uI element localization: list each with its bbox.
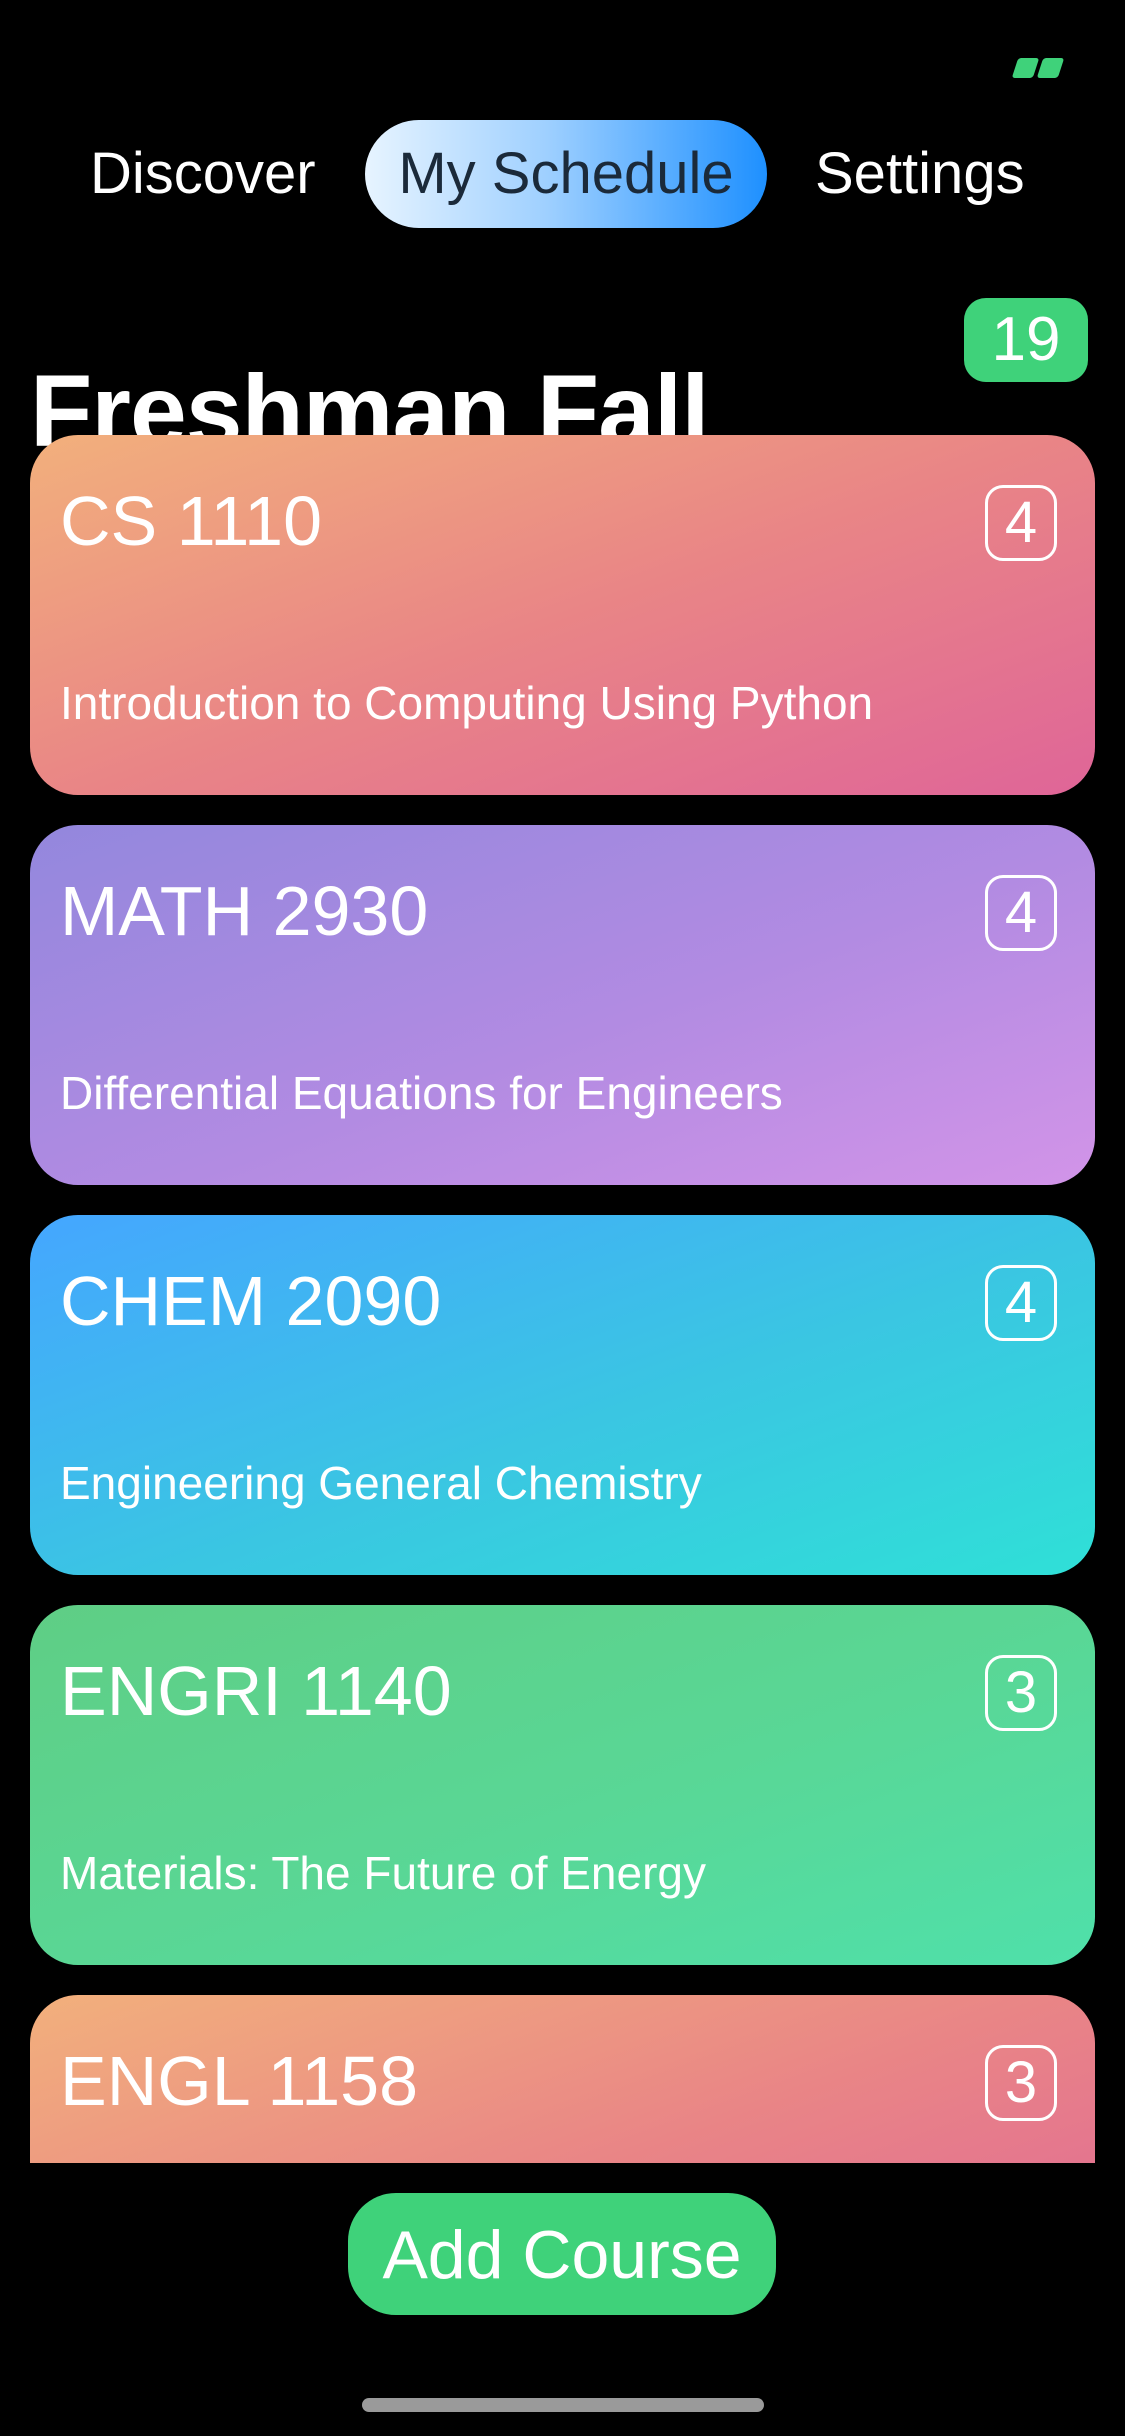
course-card[interactable]: ENGRI 1140 3 Materials: The Future of En… [30,1605,1095,1965]
course-title: Differential Equations for Engineers [60,1067,783,1119]
course-title: Engineering General Chemistry [60,1457,702,1509]
course-title: Materials: The Future of Energy [60,1847,706,1899]
course-code: ENGRI 1140 [60,1652,452,1730]
tab-my-schedule[interactable]: My Schedule [365,120,767,228]
battery-segment [1036,58,1065,78]
course-credits-badge: 3 [985,1655,1057,1731]
course-credits-badge: 4 [985,1265,1057,1341]
course-list[interactable]: CS 1110 4 Introduction to Computing Usin… [0,435,1125,2163]
total-credits-badge: 19 [964,298,1088,382]
course-credits-badge: 3 [985,2045,1057,2121]
top-tab-bar: Discover My Schedule Settings [0,120,1125,228]
course-credits-badge: 4 [985,485,1057,561]
tab-settings[interactable]: Settings [815,120,1055,228]
course-code: CS 1110 [60,482,323,560]
add-course-button[interactable]: Add Course [348,2193,776,2315]
course-code: ENGL 1158 [60,2042,418,2120]
home-indicator[interactable] [362,2398,764,2412]
course-card[interactable]: CS 1110 4 Introduction to Computing Usin… [30,435,1095,795]
course-title: Introduction to Computing Using Python [60,677,874,729]
course-code: CHEM 2090 [60,1262,442,1340]
course-card[interactable]: CHEM 2090 4 Engineering General Chemistr… [30,1215,1095,1575]
course-card[interactable]: MATH 2930 4 Differential Equations for E… [30,825,1095,1185]
course-credits-badge: 4 [985,875,1057,951]
course-code: MATH 2930 [60,872,429,950]
tab-discover[interactable]: Discover [90,120,320,228]
battery-charging-icon [1011,58,1065,78]
course-card[interactable]: ENGL 1158 3 [30,1995,1095,2163]
battery-segment [1011,58,1040,78]
